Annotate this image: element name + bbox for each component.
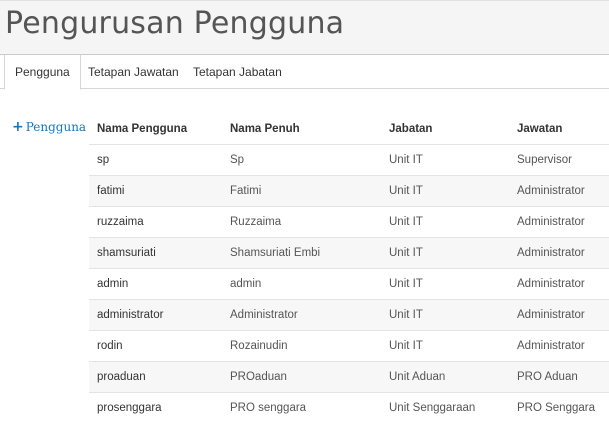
cell-username: fatimi: [89, 175, 222, 207]
column-header-username: Nama Pengguna: [97, 123, 188, 135]
cell-username: ruzzaima: [89, 206, 222, 238]
cell-username: admin: [89, 268, 222, 300]
table-row[interactable]: fatimi Fatimi Unit IT Administrator: [89, 175, 609, 207]
cell-department: Unit IT: [381, 268, 509, 300]
cell-department: Unit IT: [381, 330, 509, 362]
users-table: Nama Pengguna Nama Penuh Jabatan Jawatan…: [89, 114, 609, 423]
cell-fullname: admin: [222, 268, 381, 300]
tab-pengguna[interactable]: Pengguna: [4, 55, 81, 90]
table-row[interactable]: rodin Rozainudin Unit IT Administrator: [89, 330, 609, 362]
cell-department: Unit IT: [381, 299, 509, 331]
page-title: Pengurusan Pengguna: [5, 6, 345, 41]
column-header-fullname: Nama Penuh: [230, 123, 300, 135]
cell-fullname: Administrator: [222, 299, 381, 331]
cell-position: Administrator: [509, 175, 609, 207]
add-user-label: Pengguna: [25, 120, 87, 134]
cell-username: prosenggara: [89, 392, 222, 423]
table-row[interactable]: prosenggara PRO senggara Unit Senggaraan PR…: [89, 392, 609, 423]
cell-department: Unit IT: [381, 175, 509, 207]
table-row[interactable]: shamsuriati Shamsuriati Embi Unit IT Admini…: [89, 237, 609, 269]
cell-fullname: PRO senggara: [222, 392, 381, 423]
cell-department: Unit IT: [381, 206, 509, 238]
page-header: Pengurusan Pengguna: [0, 0, 609, 54]
cell-fullname: Rozainudin: [222, 330, 381, 362]
tab-bar: Pengguna Tetapan Jawatan Tetapan Jabatan: [0, 54, 609, 90]
tab-tetapan-jabatan[interactable]: Tetapan Jabatan: [183, 55, 292, 89]
cell-username: shamsuriati: [89, 237, 222, 269]
cell-department: Unit IT: [381, 144, 509, 176]
cell-fullname: Sp: [222, 144, 381, 176]
cell-department: Unit Aduan: [381, 361, 509, 393]
cell-department: Unit IT: [381, 237, 509, 269]
cell-username: sp: [89, 144, 222, 176]
cell-fullname: Shamsuriati Embi: [222, 237, 381, 269]
cell-fullname: PROaduan: [222, 361, 381, 393]
table-row[interactable]: admin admin Unit IT Administrator: [89, 268, 609, 300]
cell-fullname: Fatimi: [222, 175, 381, 207]
cell-position: PRO Senggara: [509, 392, 609, 423]
table-header-row: Nama Pengguna Nama Penuh Jabatan Jawatan: [89, 114, 609, 145]
cell-department: Unit Senggaraan: [381, 392, 509, 423]
cell-username: rodin: [89, 330, 222, 362]
add-user-button[interactable]: + Pengguna: [12, 119, 86, 135]
cell-username: proaduan: [89, 361, 222, 393]
table-row[interactable]: administrator Administrator Unit IT Adminis…: [89, 299, 609, 331]
cell-position: Supervisor: [509, 144, 609, 176]
cell-position: Administrator: [509, 299, 609, 331]
column-header-position: Jawatan: [517, 123, 563, 135]
cell-fullname: Ruzzaima: [222, 206, 381, 238]
cell-position: Administrator: [509, 237, 609, 269]
table-row[interactable]: ruzzaima Ruzzaima Unit IT Administrator: [89, 206, 609, 238]
column-header-department: Jabatan: [389, 123, 433, 135]
tab-tetapan-jawatan[interactable]: Tetapan Jawatan: [78, 55, 189, 89]
table-row[interactable]: proaduan PROaduan Unit Aduan PRO Aduan: [89, 361, 609, 393]
cell-position: Administrator: [509, 268, 609, 300]
cell-position: Administrator: [509, 330, 609, 362]
cell-position: Administrator: [509, 206, 609, 238]
cell-username: administrator: [89, 299, 222, 331]
plus-icon: +: [12, 119, 24, 135]
cell-position: PRO Aduan: [509, 361, 609, 393]
table-row[interactable]: sp Sp Unit IT Supervisor: [89, 144, 609, 176]
